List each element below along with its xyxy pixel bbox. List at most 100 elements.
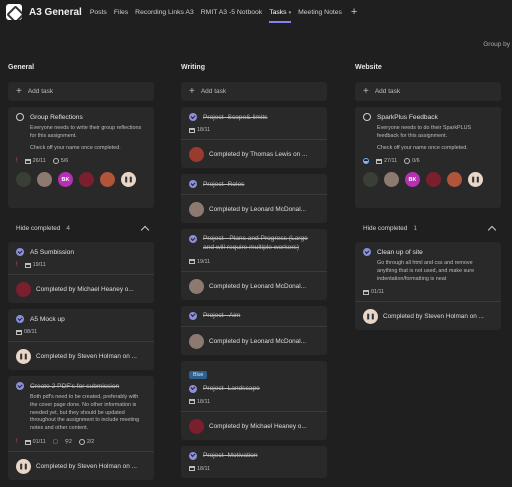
assignees: BK ❚❚	[16, 172, 146, 188]
calendar-icon	[24, 262, 31, 268]
priority-flag-icon: !	[16, 262, 18, 268]
team-title: A3 General	[29, 6, 82, 18]
completed-by: Completed by Thomas Lewis on ...	[209, 151, 308, 158]
progress-half-icon	[363, 158, 369, 165]
check-icon[interactable]	[363, 248, 371, 256]
task-card[interactable]: Project- Roles Completed by Leonard McDo…	[181, 174, 327, 223]
task-title: Project - Aim	[203, 312, 241, 320]
task-card[interactable]: A5 Sumbission ! 19/11 Completed by Michae…	[8, 242, 154, 303]
task-title: A5 Mock up	[30, 315, 65, 323]
bucket-title: Website	[355, 64, 382, 71]
priority-flag-icon: !	[16, 158, 18, 165]
avatar	[37, 172, 52, 188]
task-notes: Go through all html and css and remove a…	[377, 260, 475, 282]
task-notes: Both pdf's need to be created, preferabl…	[30, 394, 140, 432]
checklist-icon	[404, 158, 411, 165]
completed-by: Completed by Leonard McDonal...	[209, 337, 306, 345]
check-icon[interactable]	[189, 180, 197, 188]
chevron-down-icon[interactable]: ▾	[289, 10, 292, 16]
plus-icon: +	[16, 86, 22, 97]
add-task-label: Add task	[200, 88, 227, 95]
avatar	[100, 172, 115, 188]
avatar: ❚❚	[121, 172, 136, 188]
tab-meeting-notes[interactable]: Meeting Notes	[298, 9, 342, 16]
avatar	[189, 202, 204, 217]
check-icon[interactable]	[16, 382, 24, 390]
calendar-icon	[189, 127, 195, 133]
bucket-website: Website + Add task SparkPlus Feedback Eve…	[355, 64, 501, 331]
task-notes: Everyone needs to write their group refl…	[30, 125, 142, 139]
calendar-icon	[16, 329, 22, 335]
complete-toggle[interactable]	[363, 113, 371, 121]
avatar	[426, 172, 441, 188]
bucket-general: General + Add task Group Reflections Ever…	[8, 64, 154, 481]
avatar	[189, 418, 204, 434]
team-avatar[interactable]	[6, 4, 22, 20]
tab-recording-links[interactable]: Recording Links A3	[135, 9, 194, 16]
completed-by: Completed by Leonard McDonal...	[209, 206, 306, 213]
checklist-count: 2/2	[86, 439, 95, 446]
priority-flag-icon: !	[16, 439, 18, 446]
avatar	[16, 282, 31, 297]
tab-notebook[interactable]: RMIT A3 -5 Notbook	[201, 9, 262, 16]
top-bar: A3 General Posts Files Recording Links A…	[0, 0, 512, 24]
attachment-count: 2	[68, 439, 72, 446]
complete-toggle[interactable]	[16, 113, 24, 121]
add-tab-button[interactable]: +	[351, 6, 357, 18]
avatar	[16, 172, 31, 188]
hide-completed-toggle[interactable]: Hide completed 4	[8, 220, 154, 236]
tab-files[interactable]: Files	[114, 9, 128, 16]
task-title: Project- Scope& limits	[203, 113, 268, 121]
task-card[interactable]: Project- Motivation 18/11	[181, 445, 327, 478]
tab-tasks-label: Tasks	[269, 8, 287, 16]
chevron-up-icon	[487, 225, 497, 234]
due-date: 18/11	[197, 398, 211, 405]
task-title: Group Reflections	[30, 113, 83, 121]
task-card[interactable]: Blue Project- Landscape 18/11 Completed …	[181, 360, 327, 440]
task-meta: ! 26/11 5/6	[16, 158, 146, 165]
check-icon[interactable]	[189, 311, 197, 320]
add-task-button[interactable]: + Add task	[8, 82, 154, 101]
plus-icon: +	[189, 86, 195, 97]
check-icon[interactable]	[16, 248, 24, 256]
tab-posts[interactable]: Posts	[90, 9, 107, 16]
hide-completed-label: Hide completed	[363, 224, 408, 232]
add-task-button[interactable]: + Add task	[355, 82, 501, 101]
due-date: 19/11	[32, 262, 46, 268]
check-icon[interactable]	[16, 315, 24, 323]
check-icon[interactable]	[189, 384, 197, 393]
task-card[interactable]: Project - Aim Completed by Leonard McDon…	[181, 305, 327, 355]
task-title: Project - Plans and Progress (Large and …	[203, 235, 308, 251]
calendar-icon	[363, 289, 369, 295]
calendar-icon	[24, 439, 31, 445]
chevron-up-icon	[140, 225, 150, 234]
avatar	[79, 172, 94, 188]
check-icon[interactable]	[189, 451, 197, 460]
checklist-icon	[78, 439, 85, 446]
check-icon[interactable]	[189, 113, 197, 121]
task-card[interactable]: Project- Scope& limits 18/11 Completed b…	[181, 107, 327, 168]
completed-by: Completed by Steven Holman on ...	[383, 313, 484, 321]
task-card[interactable]: A5 Mock up 08/11 ❚❚ Completed by Steven H…	[8, 309, 154, 370]
comment-icon: ▢	[52, 439, 58, 446]
task-notes: Check off your name once completed.	[30, 144, 121, 151]
calendar-icon	[189, 466, 195, 472]
task-card[interactable]: Project - Plans and Progress (Large and …	[181, 229, 327, 300]
checklist-icon	[52, 158, 59, 165]
calendar-icon	[189, 399, 195, 405]
tab-tasks[interactable]: Tasks ▾	[269, 8, 292, 23]
calendar-icon	[189, 259, 195, 265]
task-card[interactable]: Group Reflections Everyone needs to writ…	[8, 107, 154, 208]
due-date: 27/11	[384, 158, 398, 165]
check-icon[interactable]	[189, 235, 197, 243]
add-task-button[interactable]: + Add task	[181, 82, 327, 101]
avatar	[384, 172, 399, 188]
task-card[interactable]: SparkPlus Feedback Everyone needs to do …	[355, 107, 501, 208]
hide-completed-toggle[interactable]: Hide completed 1	[355, 220, 501, 236]
task-card[interactable]: Clean up of site Go through all html and…	[355, 242, 501, 331]
task-card[interactable]: Create 2 PDF's for submission Both pdf's…	[8, 376, 154, 481]
group-by-button[interactable]: Group by	[483, 41, 510, 48]
task-notes: Everyone needs to do their SparkPLUS fee…	[377, 125, 472, 139]
add-task-label: Add task	[374, 88, 401, 95]
completed-by: Completed by Michael Heaney o...	[209, 422, 307, 430]
